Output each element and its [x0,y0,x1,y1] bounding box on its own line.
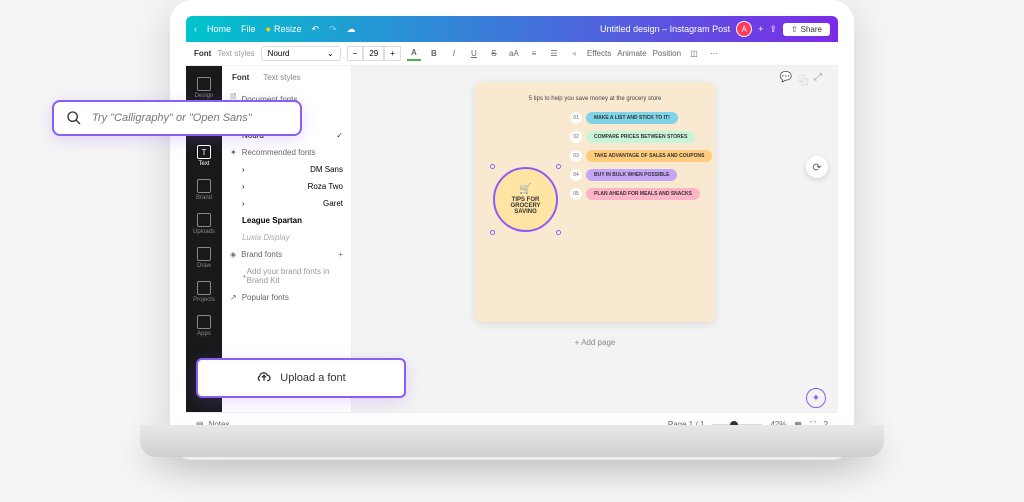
strikethrough-icon[interactable]: S [487,47,501,61]
rail-draw[interactable]: Draw [188,242,220,274]
effects-button[interactable]: Effects [587,49,611,58]
star-icon: ✦ [230,148,237,157]
brand-kit-hint[interactable]: + Add your brand fonts in Brand Kit [222,263,351,289]
font-item[interactable]: League Spartan [222,212,351,229]
cloud-upload-icon [256,370,272,386]
comment-icon[interactable]: 💬 [780,72,792,87]
analytics-icon[interactable]: ⇪ [769,24,777,35]
design-canvas[interactable]: 5 tips to help you save money at the gro… [475,82,715,322]
plus-icon[interactable]: + [338,250,343,259]
brand-icon: ◈ [230,250,236,259]
floating-action-icon[interactable]: ⟳ [806,156,828,178]
text-toolbar: Font Text styles Nourd⌄ −29+ A B I U S a… [186,42,838,66]
chevron-down-icon: ⌄ [327,49,334,58]
underline-icon[interactable]: U [467,47,481,61]
animate-button[interactable]: Animate [617,49,646,58]
file-button[interactable]: File [241,24,256,34]
document-title[interactable]: Untitled design – Instagram Post [600,24,730,34]
search-icon [66,110,82,126]
avatar[interactable]: A [736,21,752,37]
search-callout [52,100,302,136]
section-brand-fonts: ◈Brand fonts+ [222,246,351,263]
rail-apps[interactable]: Apps [188,310,220,342]
font-item[interactable]: › DM Sans [222,161,351,178]
transparency-icon[interactable]: ◫ [687,47,701,61]
rail-uploads[interactable]: Uploads [188,208,220,240]
rail-brand[interactable]: Brand [188,174,220,206]
redo-icon[interactable]: ↷ [329,24,337,35]
tip-row[interactable]: 03TAKE ADVANTAGE OF SALES AND COUPONS [570,150,712,162]
font-search-input[interactable] [92,112,288,124]
font-select[interactable]: Nourd⌄ [261,46,341,61]
tip-row[interactable]: 01MAKE A LIST AND STICK TO IT! [570,112,712,124]
italic-icon[interactable]: I [447,47,461,61]
font-size-stepper[interactable]: −29+ [347,46,401,61]
cloud-sync-icon: ☁ [347,24,356,35]
hub-circle[interactable]: 🛒 TIPS FORGROCERYSAVING [493,167,558,232]
upload-font-button[interactable]: Upload a font [196,358,406,398]
align-icon[interactable]: ≡ [527,47,541,61]
chevron-left-icon[interactable]: ‹ [194,24,197,34]
home-button[interactable]: Home [207,24,231,34]
trending-icon: ↗ [230,293,237,302]
rail-text[interactable]: TText [188,140,220,172]
share-button[interactable]: ⇧Share [783,23,830,36]
font-item[interactable]: › Roza Two [222,178,351,195]
section-recommended: ✦Recommended fonts [222,144,351,161]
canvas-headline[interactable]: 5 tips to help you save money at the gro… [489,96,701,102]
check-icon: ✓ [336,131,343,140]
section-popular-fonts: ↗Popular fonts [222,289,351,306]
app-topbar: ‹ Home File ● Resize ↶ ↷ ☁ Untitled desi… [186,16,838,42]
tip-row[interactable]: 02COMPARE PRICES BETWEEN STORES [570,131,712,143]
duplicate-icon[interactable]: ⿻ [798,72,808,87]
cart-icon: 🛒 [519,184,531,195]
tip-row[interactable]: 04BUY IN BULK WHEN POSSIBLE [570,169,712,181]
resize-button[interactable]: ● Resize [266,24,302,34]
spacing-icon[interactable]: ⫞ [567,47,581,61]
font-item[interactable]: Luxia Display [222,229,351,246]
case-icon[interactable]: aA [507,47,521,61]
add-page-button[interactable]: + Add page [561,334,630,351]
canvas-area[interactable]: 💬 ⿻ ⤢ 5 tips to help you save money at t… [352,66,838,412]
more-icon[interactable]: ⋯ [707,47,721,61]
undo-icon[interactable]: ↶ [311,24,319,35]
font-item[interactable]: › Garet [222,195,351,212]
position-button[interactable]: Position [653,49,681,58]
rail-projects[interactable]: Projects [188,276,220,308]
panel-tab-styles[interactable]: Text styles [263,73,300,82]
bold-icon[interactable]: B [427,47,441,61]
tip-row[interactable]: 05PLAN AHEAD FOR MEALS AND SNACKS [570,188,712,200]
magic-icon[interactable]: ✦ [806,388,826,408]
list-icon[interactable]: ☰ [547,47,561,61]
text-color-icon[interactable]: A [407,47,421,61]
plus-icon[interactable]: + [758,24,763,34]
tab-font[interactable]: Font [194,49,211,58]
tab-text-styles[interactable]: Text styles [217,49,254,58]
expand-icon[interactable]: ⤢ [814,72,822,87]
panel-tab-font[interactable]: Font [232,73,249,82]
